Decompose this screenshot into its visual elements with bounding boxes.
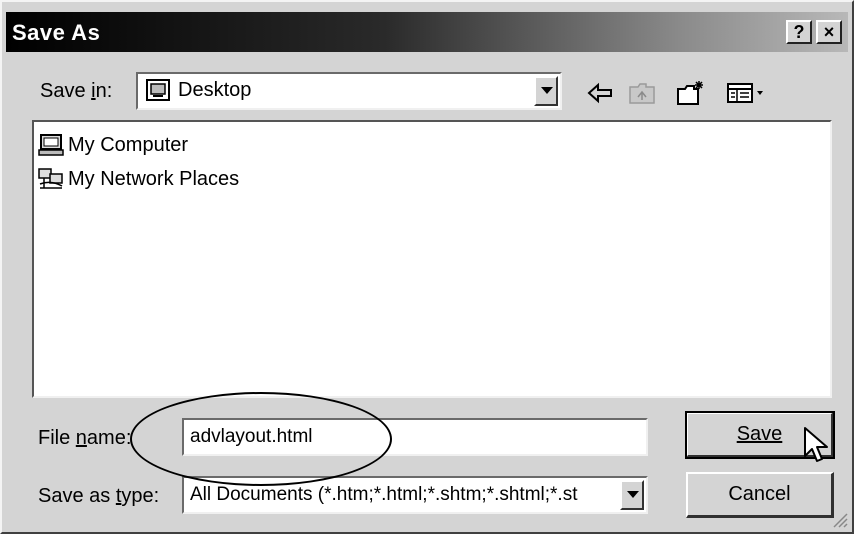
save-as-type-dropdown[interactable]: All Documents (*.htm;*.html;*.shtm;*.sht… <box>182 476 648 514</box>
mouse-cursor-icon <box>802 426 832 466</box>
save-as-type-value: All Documents (*.htm;*.html;*.shtm;*.sht… <box>190 484 578 505</box>
view-menu-icon[interactable] <box>726 80 768 106</box>
up-folder-icon[interactable] <box>628 80 656 106</box>
cancel-button-label: Cancel <box>728 483 791 505</box>
save-in-value: Desktop <box>178 79 252 101</box>
save-button-label: Save <box>736 423 783 445</box>
chevron-down-icon[interactable] <box>534 76 558 106</box>
file-name-field[interactable]: advlayout.html <box>182 418 648 456</box>
title-bar[interactable]: Save As ? × <box>6 12 848 52</box>
file-name-label: File name: <box>38 427 132 449</box>
chevron-down-icon[interactable] <box>620 480 644 510</box>
new-folder-icon[interactable] <box>676 80 704 106</box>
desktop-icon <box>146 79 170 101</box>
list-item-label: My Computer <box>68 134 189 156</box>
save-in-dropdown[interactable]: Desktop <box>136 72 562 110</box>
resize-grip-icon[interactable] <box>830 510 848 528</box>
save-as-type-label: Save as type: <box>38 485 160 507</box>
file-list[interactable]: My Computer My Network Places <box>32 120 832 398</box>
back-arrow-icon[interactable] <box>586 80 614 106</box>
window-title: Save As <box>12 20 101 45</box>
close-button[interactable]: × <box>816 20 842 44</box>
file-name-value: advlayout.html <box>190 426 313 447</box>
save-in-label: Save in: <box>40 80 113 102</box>
help-button[interactable]: ? <box>786 20 812 44</box>
save-as-dialog: Save As ? × Save in: Desktop My Computer… <box>0 0 854 534</box>
list-item-label: My Network Places <box>68 168 240 190</box>
network-places-icon <box>38 168 64 190</box>
cancel-button[interactable]: Cancel <box>686 472 834 518</box>
my-computer-icon <box>38 134 64 156</box>
